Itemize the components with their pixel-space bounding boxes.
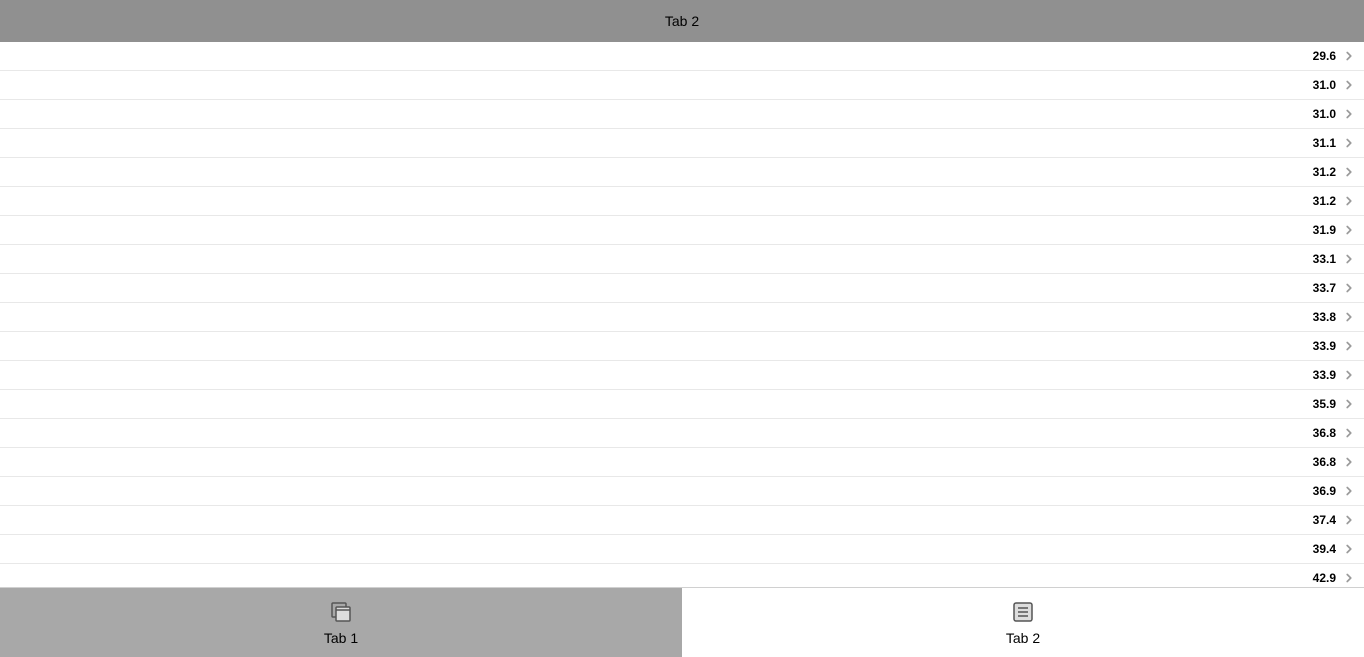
tab-label: Tab 1 [324,630,358,646]
chevron-right-icon [1342,49,1356,63]
list-content[interactable]: 29.6 31.0 31.0 31.1 31.2 31.2 31.9 33.1 33.7 33.8… [0,42,1364,587]
chevron-right-icon [1342,223,1356,237]
chevron-right-icon [1342,165,1356,179]
chevron-right-icon [1342,281,1356,295]
list-item-value: 31.9 [1313,223,1336,237]
tab-label: Tab 2 [1006,630,1040,646]
list-item-value: 31.0 [1313,78,1336,92]
list-item[interactable]: 33.9 [0,332,1364,361]
chevron-right-icon [1342,397,1356,411]
list-item[interactable]: 33.7 [0,274,1364,303]
list-item-value: 37.4 [1313,513,1336,527]
windows-icon [329,600,353,624]
list-item-value: 33.9 [1313,339,1336,353]
chevron-right-icon [1342,339,1356,353]
chevron-right-icon [1342,542,1356,556]
list-item-value: 36.8 [1313,455,1336,469]
list-item-value: 36.8 [1313,426,1336,440]
list-item[interactable]: 31.0 [0,100,1364,129]
list-item[interactable]: 31.2 [0,158,1364,187]
list-item[interactable]: 31.1 [0,129,1364,158]
list-item[interactable]: 35.9 [0,390,1364,419]
tab-bar: Tab 1 Tab 2 [0,587,1364,657]
list-item[interactable]: 33.1 [0,245,1364,274]
chevron-right-icon [1342,484,1356,498]
chevron-right-icon [1342,571,1356,585]
chevron-right-icon [1342,78,1356,92]
list-item-value: 42.9 [1313,571,1336,585]
list-item[interactable]: 36.8 [0,448,1364,477]
chevron-right-icon [1342,252,1356,266]
list-item[interactable]: 29.6 [0,42,1364,71]
list-item-value: 31.2 [1313,165,1336,179]
tab-tab-1[interactable]: Tab 1 [0,588,682,657]
chevron-right-icon [1342,426,1356,440]
list-item-value: 31.1 [1313,136,1336,150]
list-item-value: 33.1 [1313,252,1336,266]
list-item-value: 36.9 [1313,484,1336,498]
list-item[interactable]: 33.8 [0,303,1364,332]
list-item[interactable]: 37.4 [0,506,1364,535]
tab-tab-2[interactable]: Tab 2 [682,588,1364,657]
list-item[interactable]: 31.0 [0,71,1364,100]
list-item-value: 33.9 [1313,368,1336,382]
list-item-value: 33.8 [1313,310,1336,324]
list-item[interactable]: 31.2 [0,187,1364,216]
chevron-right-icon [1342,368,1356,382]
list-item[interactable]: 42.9 [0,564,1364,587]
list-item[interactable]: 39.4 [0,535,1364,564]
chevron-right-icon [1342,107,1356,121]
list-item[interactable]: 33.9 [0,361,1364,390]
list-item[interactable]: 36.8 [0,419,1364,448]
chevron-right-icon [1342,310,1356,324]
list-item-value: 39.4 [1313,542,1336,556]
chevron-right-icon [1342,136,1356,150]
list-item-value: 31.0 [1313,107,1336,121]
list-item-value: 35.9 [1313,397,1336,411]
list-item-value: 33.7 [1313,281,1336,295]
list-item-value: 31.2 [1313,194,1336,208]
list-item[interactable]: 36.9 [0,477,1364,506]
list-icon [1011,600,1035,624]
list-item[interactable]: 31.9 [0,216,1364,245]
app-root: Tab 2 29.6 31.0 31.0 31.1 31.2 31.2 31.9 33.1 33… [0,0,1364,657]
chevron-right-icon [1342,194,1356,208]
list-item-value: 29.6 [1313,49,1336,63]
chevron-right-icon [1342,513,1356,527]
header-title: Tab 2 [665,13,699,29]
header-bar: Tab 2 [0,0,1364,42]
chevron-right-icon [1342,455,1356,469]
